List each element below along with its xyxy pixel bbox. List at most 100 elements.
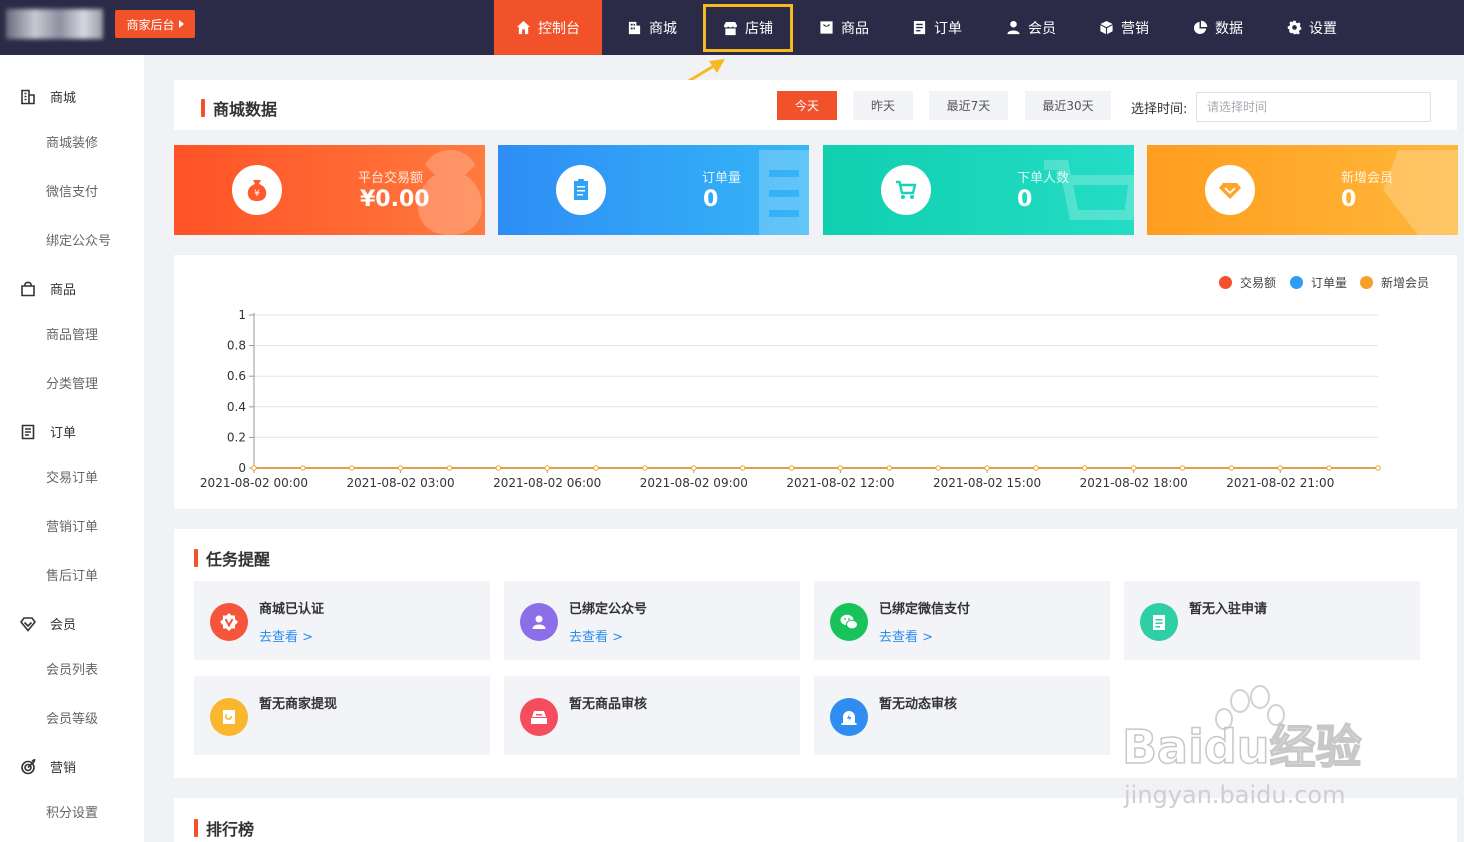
badge-icon bbox=[210, 603, 248, 641]
view-link[interactable]: 去查看 > bbox=[569, 626, 623, 645]
y-tick-label: 0.8 bbox=[227, 339, 246, 353]
sidebar-item-after-sales-orders[interactable]: 售后订单 bbox=[46, 565, 98, 584]
nav-dashboard-label: 控制台 bbox=[538, 20, 580, 37]
time-select-label: 选择时间: bbox=[1131, 102, 1188, 117]
y-tick-label: 0.2 bbox=[227, 430, 246, 444]
nav-goods[interactable]: 商品 bbox=[800, 0, 888, 55]
data-point bbox=[984, 465, 990, 471]
diamond-icon bbox=[1205, 165, 1255, 215]
sidebar-group-marketing[interactable]: 营销 bbox=[20, 757, 76, 776]
time-picker-input[interactable] bbox=[1196, 92, 1431, 122]
sidebar-group-label: 订单 bbox=[50, 426, 77, 441]
stat-label: 新增会员 bbox=[1341, 171, 1394, 186]
list-icon bbox=[912, 20, 927, 35]
sidebar-item-wechat-pay[interactable]: 微信支付 bbox=[46, 181, 98, 200]
stat-value: ¥0.00 bbox=[360, 187, 430, 212]
task-settlement-applications[interactable]: 暂无入驻申请 bbox=[1124, 581, 1420, 660]
legend-swatch bbox=[1219, 276, 1232, 289]
legend-label: 交易额 bbox=[1240, 276, 1277, 290]
nav-orders[interactable]: 订单 bbox=[893, 0, 981, 55]
task-title: 已绑定公众号 bbox=[569, 602, 648, 617]
sidebar-item-member-list[interactable]: 会员列表 bbox=[46, 659, 98, 678]
tasks-title: 任务提醒 bbox=[194, 546, 270, 570]
sidebar-item-mall-decoration[interactable]: 商城装修 bbox=[46, 132, 98, 151]
sidebar-group-label: 商品 bbox=[50, 283, 77, 298]
sidebar-group-members[interactable]: 会员 bbox=[20, 614, 76, 633]
sidebar-item-points-settings[interactable]: 积分设置 bbox=[46, 802, 98, 821]
sidebar-item-member-levels[interactable]: 会员等级 bbox=[46, 708, 98, 727]
sidebar-group-goods[interactable]: 商品 bbox=[20, 279, 76, 298]
legend-label: 新增会员 bbox=[1381, 276, 1430, 290]
task-title: 商城已认证 bbox=[259, 602, 325, 617]
line-chart: 0 0.2 0.4 0.6 0.8 1 2021-08-02 00:00 2021-08-02… bbox=[200, 308, 1381, 490]
clipboard-icon bbox=[556, 165, 606, 215]
task-goods-review[interactable]: 暂无商品审核 bbox=[504, 676, 800, 755]
sidebar-item-trade-orders[interactable]: 交易订单 bbox=[46, 467, 98, 486]
nav-store[interactable]: 店铺 bbox=[703, 4, 793, 52]
data-point bbox=[1375, 465, 1381, 471]
data-point bbox=[691, 465, 697, 471]
sidebar: 商城 商城装修 微信支付 绑定公众号 商品 商品管理 分类管理 订单 交易订单 … bbox=[0, 55, 144, 842]
sidebar-group-label: 会员 bbox=[50, 618, 77, 633]
sidebar-item-marketing-orders[interactable]: 营销订单 bbox=[46, 516, 98, 535]
data-point bbox=[300, 465, 306, 471]
data-point bbox=[1033, 465, 1039, 471]
view-link[interactable]: 去查看 > bbox=[879, 626, 933, 645]
task-title: 暂无商品审核 bbox=[569, 697, 648, 712]
legend-new-members[interactable]: 新增会员 bbox=[1360, 274, 1429, 291]
tab-yesterday[interactable]: 昨天 bbox=[853, 91, 913, 120]
nav-dashboard[interactable]: 控制台 bbox=[494, 0, 602, 55]
merchant-backend-button[interactable]: 商家后台 bbox=[115, 10, 195, 38]
tab-today[interactable]: 今天 bbox=[777, 91, 837, 120]
legend-transaction[interactable]: 交易额 bbox=[1219, 274, 1276, 291]
title-accent-bar bbox=[194, 549, 198, 567]
cart-decoration bbox=[1044, 160, 1134, 220]
sidebar-group-orders[interactable]: 订单 bbox=[20, 422, 76, 441]
nav-data[interactable]: 数据 bbox=[1174, 0, 1262, 55]
nav-settings[interactable]: 设置 bbox=[1268, 0, 1356, 55]
tasks-title-text: 任务提醒 bbox=[206, 550, 271, 569]
data-point bbox=[397, 465, 404, 471]
data-point bbox=[1326, 465, 1332, 471]
tab-last-7-days[interactable]: 最近7天 bbox=[929, 91, 1008, 120]
nav-members[interactable]: 会员 bbox=[987, 0, 1075, 55]
sidebar-item-goods-management[interactable]: 商品管理 bbox=[46, 324, 98, 343]
sidebar-item-bind-official-account[interactable]: 绑定公众号 bbox=[46, 230, 111, 249]
target-icon bbox=[21, 758, 36, 774]
tab-last-30-days[interactable]: 最近30天 bbox=[1025, 91, 1111, 120]
x-tick-label: 2021-08-02 12:00 bbox=[786, 476, 894, 490]
sidebar-group-label: 商城 bbox=[50, 91, 77, 106]
data-point bbox=[251, 465, 257, 471]
data-point bbox=[1130, 465, 1137, 471]
task-wechat-pay-bound[interactable]: 已绑定微信支付 去查看 > bbox=[814, 581, 1110, 660]
sidebar-item-category-management[interactable]: 分类管理 bbox=[46, 373, 98, 392]
list-icon bbox=[21, 424, 35, 439]
bag-icon bbox=[819, 20, 834, 35]
nav-data-label: 数据 bbox=[1215, 20, 1243, 37]
x-tick-label: 2021-08-02 00:00 bbox=[200, 476, 308, 490]
x-tick-label: 2021-08-02 21:00 bbox=[1226, 476, 1334, 490]
y-tick-label: 1 bbox=[238, 308, 246, 322]
legend-orders[interactable]: 订单量 bbox=[1290, 274, 1347, 291]
stat-card-transaction: ¥ 平台交易额 ¥0.00 bbox=[174, 145, 485, 235]
task-title: 暂无动态审核 bbox=[879, 697, 958, 712]
cart-icon bbox=[881, 165, 931, 215]
data-point bbox=[739, 465, 746, 471]
nav-store-label: 店铺 bbox=[745, 21, 773, 37]
wechat-icon bbox=[830, 603, 868, 641]
nav-marketing[interactable]: 营销 bbox=[1080, 0, 1168, 55]
stat-value: 0 bbox=[1017, 187, 1033, 212]
data-point bbox=[349, 465, 355, 471]
view-link[interactable]: 去查看 > bbox=[259, 626, 313, 645]
nav-mall[interactable]: 商城 bbox=[608, 0, 696, 55]
task-merchant-withdrawal[interactable]: 暂无商家提现 bbox=[194, 676, 490, 755]
task-official-account-bound[interactable]: 已绑定公众号 去查看 > bbox=[504, 581, 800, 660]
pie-icon bbox=[1193, 20, 1208, 35]
diamond-icon bbox=[20, 616, 36, 632]
task-mall-certified[interactable]: 商城已认证 去查看 > bbox=[194, 581, 490, 660]
cube-icon bbox=[1099, 20, 1114, 35]
sidebar-group-mall[interactable]: 商城 bbox=[20, 87, 76, 106]
stat-card-new-members: 新增会员 0 bbox=[1147, 145, 1458, 235]
data-point bbox=[837, 465, 844, 471]
task-moments-review[interactable]: 暂无动态审核 bbox=[814, 676, 1110, 755]
